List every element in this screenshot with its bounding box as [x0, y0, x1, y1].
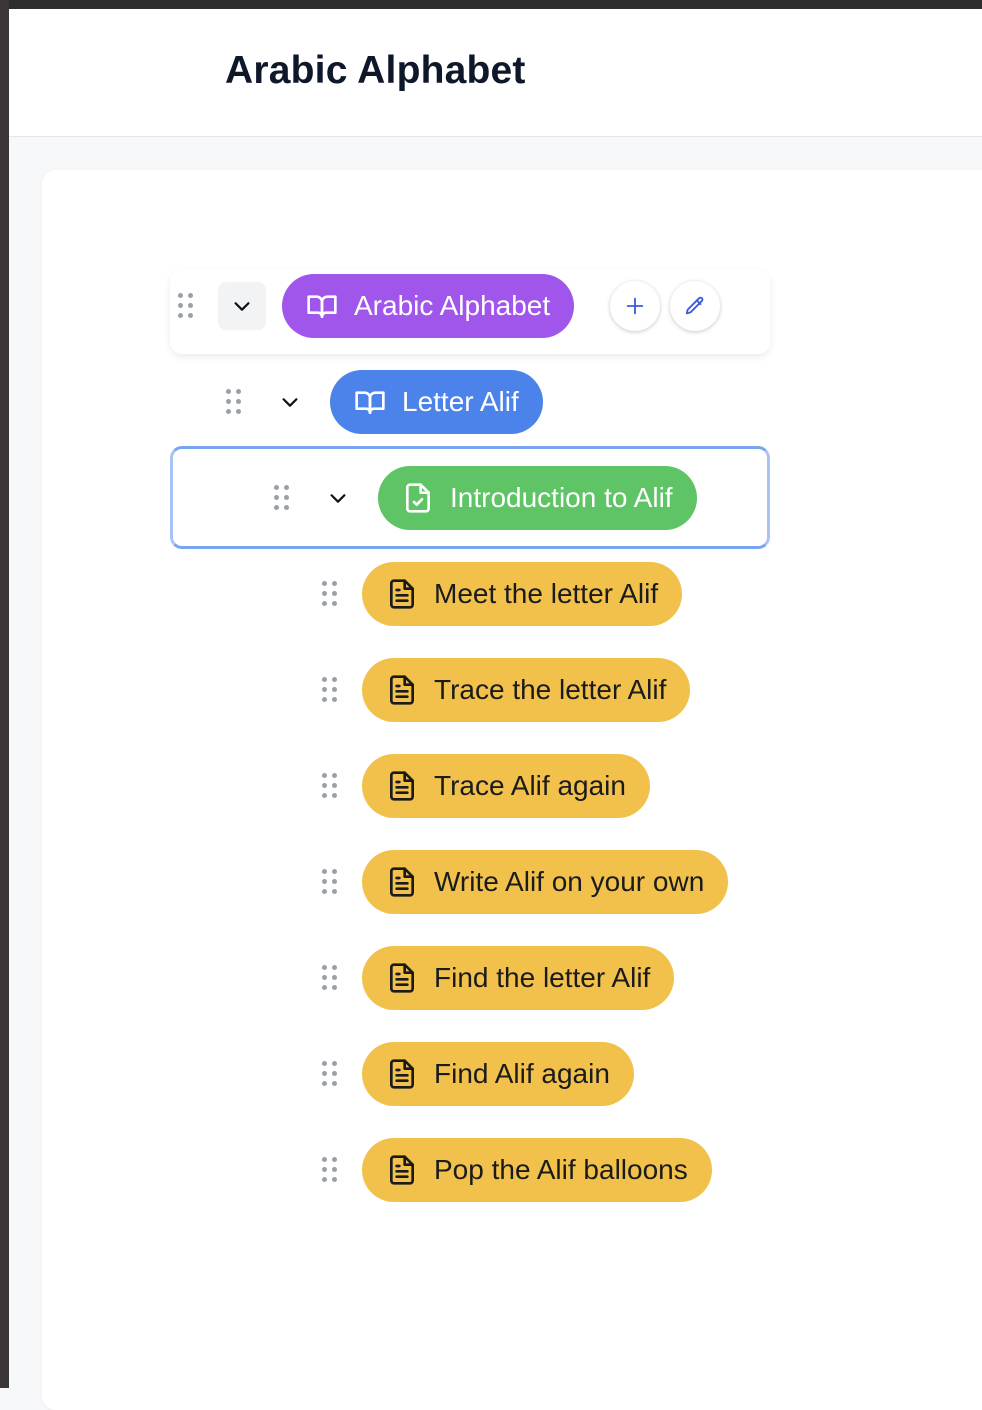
collapse-lesson-button[interactable] [314, 474, 362, 522]
activity-node-pill[interactable]: Find the letter Alif [362, 946, 675, 1010]
drag-handle-icon[interactable] [226, 389, 242, 415]
book-open-icon [306, 290, 338, 322]
chevron-down-icon [330, 494, 346, 503]
file-text-icon [386, 962, 418, 994]
chevron-down-icon [234, 302, 250, 311]
plus-icon [626, 297, 644, 315]
activity-node-pill[interactable]: Pop the Alif balloons [362, 1138, 712, 1202]
lesson-node-pill[interactable]: Introduction to Alif [378, 466, 697, 530]
edit-button[interactable] [670, 281, 720, 331]
drag-handle-icon[interactable] [322, 1061, 338, 1087]
activity-node-label: Meet the letter Alif [434, 578, 659, 609]
add-child-button[interactable] [610, 281, 660, 331]
unit-node-pill[interactable]: Letter Alif [330, 370, 543, 434]
file-text-icon [386, 1058, 418, 1090]
drag-handle-icon[interactable] [322, 773, 338, 799]
window-left-edge [0, 0, 9, 1388]
collapse-course-button[interactable] [218, 282, 266, 330]
drag-handle-icon[interactable] [322, 581, 338, 607]
window-top-edge [0, 0, 982, 9]
file-text-icon [386, 1154, 418, 1186]
course-node-label: Arabic Alphabet [354, 290, 551, 321]
page-title: Arabic Alphabet [225, 49, 526, 92]
activity-node-pill[interactable]: Trace the letter Alif [362, 658, 691, 722]
drag-handle-icon[interactable] [178, 293, 194, 319]
file-text-icon [386, 866, 418, 898]
course-node-pill[interactable]: Arabic Alphabet [282, 274, 575, 338]
activity-node-label: Write Alif on your own [434, 866, 705, 897]
activity-node-pill[interactable]: Find Alif again [362, 1042, 634, 1106]
drag-handle-icon[interactable] [322, 1157, 338, 1183]
drag-handle-icon[interactable] [322, 965, 338, 991]
activity-node-pill[interactable]: Write Alif on your own [362, 850, 729, 914]
chevron-down-icon [282, 398, 298, 407]
drag-handle-icon[interactable] [322, 677, 338, 703]
activity-node-label: Find Alif again [434, 1058, 610, 1089]
unit-node-label: Letter Alif [402, 386, 519, 417]
activity-node-pill[interactable]: Trace Alif again [362, 754, 650, 818]
activity-node-label: Find the letter Alif [434, 962, 651, 993]
activity-node-pill[interactable]: Meet the letter Alif [362, 562, 683, 626]
drag-handle-icon[interactable] [274, 485, 290, 511]
lesson-node-label: Introduction to Alif [450, 482, 673, 513]
activity-node-label: Trace the letter Alif [434, 674, 667, 705]
collapse-unit-button[interactable] [266, 378, 314, 426]
file-text-icon [386, 674, 418, 706]
file-text-icon [386, 578, 418, 610]
activity-node-label: Trace Alif again [434, 770, 626, 801]
drag-handle-icon[interactable] [322, 869, 338, 895]
pencil-icon [685, 296, 704, 315]
file-text-icon [386, 770, 418, 802]
book-open-icon [354, 386, 386, 418]
activity-node-label: Pop the Alif balloons [434, 1154, 688, 1185]
file-check-icon [402, 482, 434, 514]
page-header: Arabic Alphabet [9, 9, 982, 137]
